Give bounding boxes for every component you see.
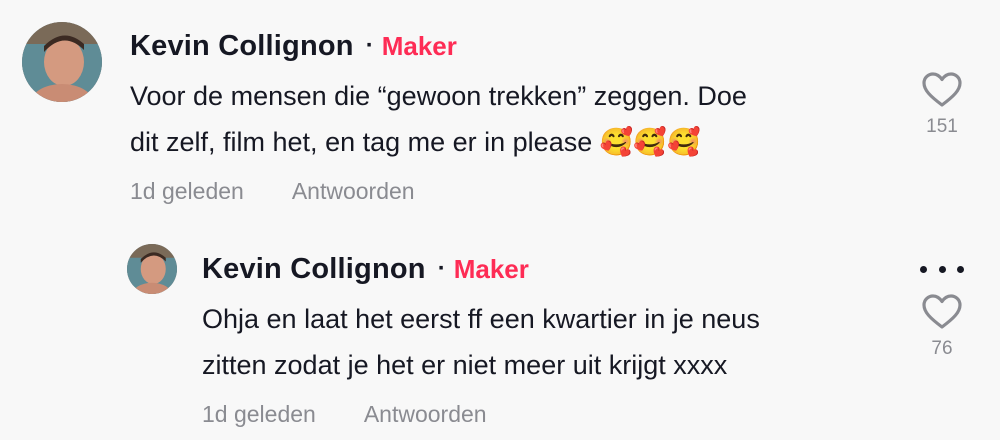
- comment-text-line: zitten zodat je het er niet meer uit kri…: [202, 350, 728, 380]
- separator-dot: ·: [437, 255, 446, 282]
- like-button[interactable]: 76: [920, 294, 964, 360]
- comment-text-line: Ohja en laat het eerst ff een kwartier i…: [202, 304, 760, 334]
- comment-meta: 1d geleden Antwoorden: [130, 178, 415, 205]
- reply-button[interactable]: Antwoorden: [292, 178, 415, 205]
- heart-outline-icon: [922, 72, 962, 107]
- dot: [957, 265, 964, 273]
- like-count: 151: [926, 116, 958, 137]
- comment-text-line: Voor de mensen die “gewoon trekken” zegg…: [130, 81, 747, 111]
- avatar-image: [22, 22, 102, 102]
- dot: [938, 265, 946, 273]
- separator-dot: ·: [365, 32, 374, 59]
- heart-outline-icon: [922, 294, 962, 329]
- comment-meta: 1d geleden Antwoorden: [202, 401, 487, 428]
- dot: [920, 265, 927, 273]
- comment-text: Voor de mensen die “gewoon trekken” zegg…: [130, 73, 890, 165]
- avatar[interactable]: [22, 22, 102, 102]
- reply-button[interactable]: Antwoorden: [364, 401, 487, 428]
- timestamp: 1d geleden: [130, 178, 244, 204]
- more-dots-icon[interactable]: [920, 254, 964, 284]
- comment-text-line: dit zelf, film het, en tag me er in plea…: [130, 127, 701, 157]
- comment-header: Kevin Collignon · Maker: [202, 249, 529, 289]
- author-name[interactable]: Kevin Collignon: [130, 30, 354, 63]
- timestamp: 1d geleden: [202, 401, 316, 427]
- author-name[interactable]: Kevin Collignon: [202, 253, 426, 286]
- like-button[interactable]: 151: [920, 72, 964, 138]
- creator-badge: Maker: [453, 253, 529, 284]
- comment-text: Ohja en laat het eerst ff een kwartier i…: [202, 296, 902, 388]
- comment-header: Kevin Collignon · Maker: [130, 26, 457, 66]
- like-count: 76: [931, 338, 953, 359]
- avatar-image: [127, 244, 177, 294]
- creator-badge: Maker: [381, 30, 457, 61]
- avatar[interactable]: [127, 244, 177, 294]
